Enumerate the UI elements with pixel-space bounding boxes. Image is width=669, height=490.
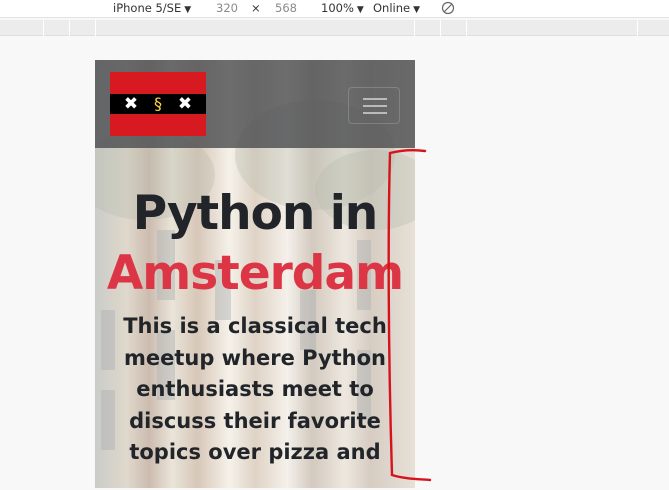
- zoom-label: 100%: [321, 1, 354, 15]
- cross-icon: ✖: [123, 93, 139, 114]
- ruler-tick: [466, 20, 467, 36]
- throttle-select[interactable]: Online ▼: [373, 1, 420, 15]
- cross-icon: ✖: [177, 93, 193, 114]
- hero-title-line2: Amsterdam: [106, 246, 404, 301]
- rotate-icon[interactable]: [441, 1, 455, 15]
- hero-section: Python in Amsterdam This is a classical …: [95, 185, 415, 469]
- flag-band: ✖ § ✖: [110, 94, 206, 114]
- hamburger-menu-icon: [363, 105, 387, 107]
- hero-title-line1: Python in: [132, 186, 379, 241]
- media-query-ruler[interactable]: [0, 20, 669, 36]
- device-select[interactable]: iPhone 5/SE ▼: [113, 1, 191, 15]
- site-navbar: ✖ § ✖: [95, 60, 415, 148]
- ruler-tick: [95, 20, 96, 36]
- chevron-down-icon: ▼: [356, 5, 364, 15]
- hero-lead-text: This is a classical tech meetup where Py…: [123, 314, 387, 464]
- ruler-tick: [69, 20, 70, 36]
- device-label: iPhone 5/SE: [113, 1, 182, 15]
- hamburger-menu-button[interactable]: [348, 87, 400, 124]
- hamburger-menu-icon: [363, 112, 387, 114]
- ruler-tick: [440, 20, 441, 36]
- python-icon: §: [153, 94, 162, 113]
- ruler-tick: [414, 20, 415, 36]
- device-viewport: ✖ § ✖ Python in Amsterdam This is a clas…: [95, 60, 415, 488]
- dimension-separator: ×: [251, 1, 261, 15]
- ruler-tick: [43, 20, 44, 36]
- hamburger-menu-icon: [363, 98, 387, 100]
- chevron-down-icon: ▼: [413, 5, 421, 15]
- amsterdam-python-logo[interactable]: ✖ § ✖: [110, 72, 206, 136]
- chevron-down-icon: ▼: [184, 5, 192, 15]
- height-input[interactable]: 568: [275, 1, 297, 15]
- width-input[interactable]: 320: [216, 1, 238, 15]
- annotation-bracket: [387, 148, 432, 482]
- throttle-label: Online: [373, 1, 411, 15]
- ruler-tick: [637, 20, 638, 36]
- zoom-select[interactable]: 100% ▼: [321, 1, 364, 15]
- device-toolbar: iPhone 5/SE ▼ 320 × 568 100% ▼ Online ▼: [0, 0, 669, 18]
